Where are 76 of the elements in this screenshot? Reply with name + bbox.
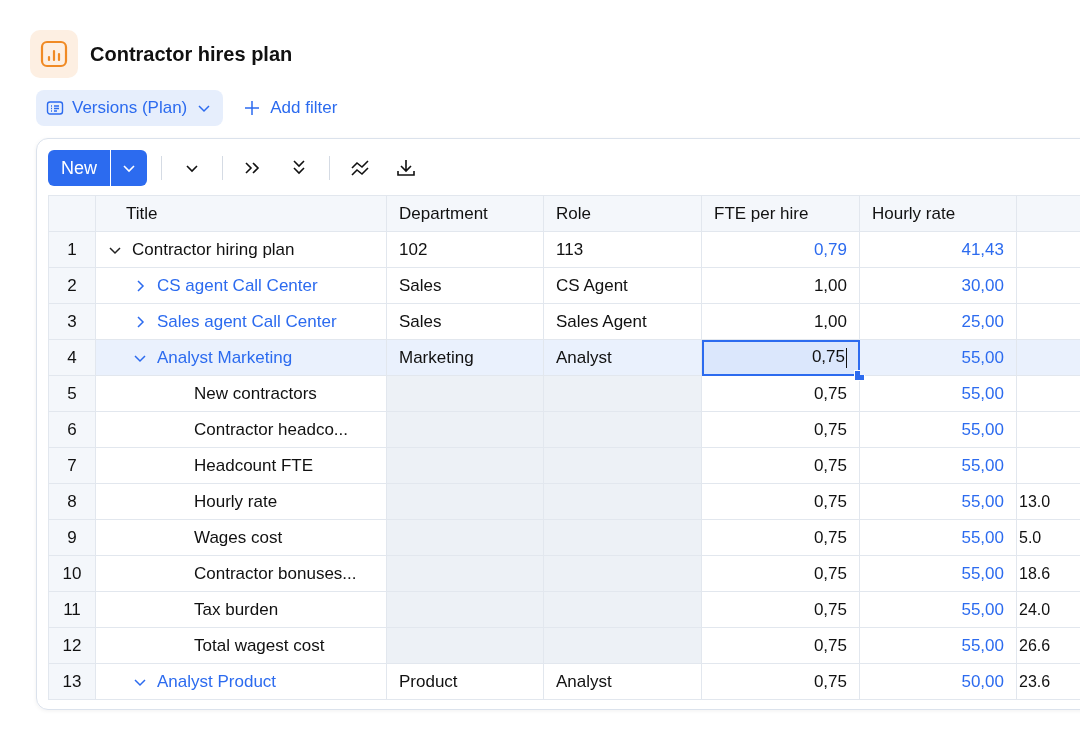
title-cell[interactable]: Sales agent Call Center: [95, 303, 387, 340]
table-cell: 55,00: [859, 447, 1017, 484]
table-cell: 55,00: [859, 591, 1017, 628]
table-cell: 113: [543, 231, 702, 268]
column-header[interactable]: Role: [543, 195, 702, 232]
table-cell: Analyst: [543, 663, 702, 700]
table-cell: Sales: [386, 303, 544, 340]
versions-filter[interactable]: Versions (Plan): [36, 90, 224, 126]
row-number: 1: [48, 231, 96, 268]
row-number: 12: [48, 627, 96, 664]
table-cell: 1,00: [701, 303, 860, 340]
table-cell: 0,75: [701, 555, 860, 592]
table-cell: 55,00: [859, 555, 1017, 592]
table-cell: 55,00: [859, 375, 1017, 412]
table-cell: 0,79: [701, 231, 860, 268]
table-cell: Sales: [386, 267, 544, 304]
table-cell: 0,75: [701, 483, 860, 520]
title-cell[interactable]: New contractors: [95, 375, 387, 412]
row-number: 7: [48, 447, 96, 484]
row-number: 4: [48, 339, 96, 376]
table-cell: 0,75: [701, 519, 860, 556]
column-header[interactable]: FTE per hire: [701, 195, 860, 232]
row-number: 9: [48, 519, 96, 556]
plus-icon: [243, 99, 262, 117]
table-cell: 50,00: [859, 663, 1017, 700]
table-cell: Marketing: [386, 339, 544, 376]
title-cell[interactable]: Contractor headco...: [95, 411, 387, 448]
column-header[interactable]: Title: [95, 195, 387, 232]
chart-icon: [30, 30, 78, 78]
row-number: 10: [48, 555, 96, 592]
table-cell: 30,00: [859, 267, 1017, 304]
row-number: 8: [48, 483, 96, 520]
row-number: 2: [48, 267, 96, 304]
table-cell: 55,00: [859, 627, 1017, 664]
row-number: 5: [48, 375, 96, 412]
row-number: 3: [48, 303, 96, 340]
column-header[interactable]: Department: [386, 195, 544, 232]
title-cell[interactable]: Tax burden: [95, 591, 387, 628]
title-cell[interactable]: Analyst Product: [95, 663, 387, 700]
download-icon[interactable]: [396, 158, 416, 178]
table-cell: 55,00: [859, 519, 1017, 556]
new-button[interactable]: New: [48, 150, 110, 186]
table-cell: 1,00: [701, 267, 860, 304]
table-cell: Product: [386, 663, 544, 700]
table-cell: 55,00: [859, 411, 1017, 448]
table-cell: CS Agent: [543, 267, 702, 304]
table-cell: 0,75: [701, 411, 860, 448]
row-number: 13: [48, 663, 96, 700]
table-cell: Sales Agent: [543, 303, 702, 340]
title-cell[interactable]: Wages cost: [95, 519, 387, 556]
title-cell[interactable]: CS agent Call Center: [95, 267, 387, 304]
new-menu-button[interactable]: [111, 150, 147, 186]
table-cell: 25,00: [859, 303, 1017, 340]
table-cell: 0,75: [701, 447, 860, 484]
row-number: 11: [48, 591, 96, 628]
table-cell: 102: [386, 231, 544, 268]
column-header[interactable]: Hourly rate: [859, 195, 1017, 232]
row-number: 6: [48, 411, 96, 448]
title-cell[interactable]: Headcount FTE: [95, 447, 387, 484]
table-cell: 55,00: [859, 339, 1017, 376]
title-cell[interactable]: Contractor hiring plan: [95, 231, 387, 268]
table-cell: 0,75: [701, 627, 860, 664]
page-title: Contractor hires plan: [90, 42, 293, 66]
list-icon: [46, 99, 64, 117]
title-cell[interactable]: Analyst Marketing: [95, 339, 387, 376]
title-cell[interactable]: Hourly rate: [95, 483, 387, 520]
table-cell: 0,75: [701, 591, 860, 628]
add-filter-button[interactable]: Add filter: [237, 92, 344, 124]
table-cell: 55,00: [859, 483, 1017, 520]
trend-icon[interactable]: [350, 158, 370, 178]
title-cell[interactable]: Total wagest cost: [95, 627, 387, 664]
table-cell: [1016, 339, 1080, 376]
table-cell: 41,43: [859, 231, 1017, 268]
table-cell: Analyst: [543, 339, 702, 376]
title-cell[interactable]: Contractor bonuses...: [95, 555, 387, 592]
table-cell: 0,75: [701, 663, 860, 700]
